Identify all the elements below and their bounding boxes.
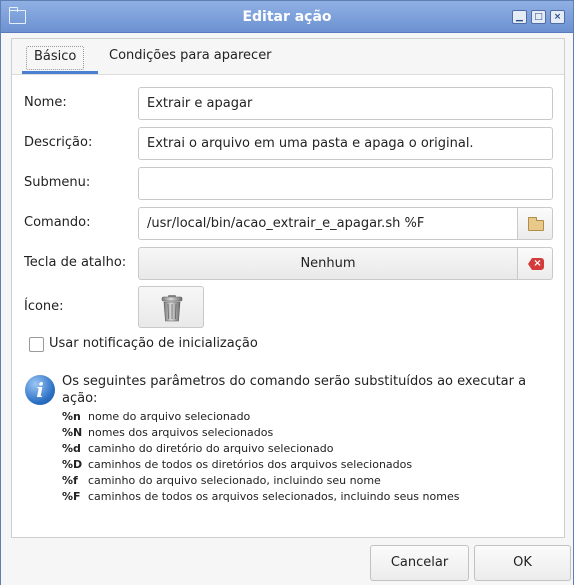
param-row: %F caminhos de todos os arquivos selecion… <box>62 490 459 503</box>
main-panel: Básico Condições para aparecer Nome: Ext… <box>11 38 565 538</box>
maximize-button[interactable]: □ <box>531 10 546 24</box>
name-field[interactable]: Extrair e apagar <box>138 87 553 120</box>
param-code: %D <box>62 458 83 471</box>
param-row: %d caminho do diretório do arquivo seleci… <box>62 442 333 455</box>
cancel-button[interactable]: Cancelar <box>370 545 469 581</box>
dialog-footer: Cancelar OK <box>1 539 573 585</box>
title-bar[interactable]: Editar ação ▁ □ × <box>1 1 573 33</box>
info-icon: i <box>25 375 55 405</box>
dialog-window: Editar ação ▁ □ × Básico Condições para … <box>0 0 574 585</box>
param-code: %f <box>62 474 78 487</box>
minimize-button[interactable]: ▁ <box>512 10 527 24</box>
tab-basico[interactable]: Básico <box>26 46 85 70</box>
param-desc: caminho do diretório do arquivo selecion… <box>88 442 334 455</box>
name-label: Nome: <box>24 95 67 110</box>
shortcut-button[interactable]: Nenhum <box>138 247 518 280</box>
description-field[interactable]: Extrai o arquivo em uma pasta e apaga o … <box>138 127 553 160</box>
startup-notification-checkbox[interactable] <box>29 337 44 352</box>
param-row: %N nomes dos arquivos selecionados <box>62 426 273 439</box>
param-code: %d <box>62 442 81 455</box>
param-row: %D caminhos de todos os diretórios dos ar… <box>62 458 412 471</box>
startup-notification-label[interactable]: Usar notificação de inicialização <box>49 336 258 351</box>
icon-label: Ícone: <box>24 299 64 314</box>
close-button[interactable]: × <box>550 10 565 24</box>
folder-icon <box>528 217 544 231</box>
icon-picker-button[interactable] <box>138 286 204 328</box>
trash-icon <box>161 295 183 322</box>
param-desc: nome do arquivo selecionado <box>88 410 251 423</box>
param-desc: caminho do arquivo selecionado, incluind… <box>88 474 381 487</box>
info-text: Os seguintes parâmetros do comando serão… <box>62 374 527 406</box>
param-code: %N <box>62 426 83 439</box>
tab-bar: Básico Condições para aparecer <box>12 39 564 75</box>
tab-condicoes[interactable]: Condições para aparecer <box>102 46 279 70</box>
clear-shortcut-button[interactable]: × <box>517 247 553 280</box>
browse-command-button[interactable] <box>517 207 553 240</box>
submenu-field[interactable] <box>138 167 553 200</box>
submenu-label: Submenu: <box>24 175 91 190</box>
clear-icon: × <box>528 258 544 270</box>
param-desc: nomes dos arquivos selecionados <box>88 426 274 439</box>
shortcut-label: Tecla de atalho: <box>24 255 127 270</box>
param-row: %n nome do arquivo selecionado <box>62 410 250 423</box>
description-label: Descrição: <box>24 135 93 150</box>
param-row: %f caminho do arquivo selecionado, inclui… <box>62 474 381 487</box>
command-field[interactable]: /usr/local/bin/acao_extrair_e_apagar.sh … <box>138 207 518 240</box>
window-title: Editar ação <box>242 9 332 25</box>
param-code: %F <box>62 490 81 503</box>
param-desc: caminhos de todos os arquivos selecionad… <box>88 490 460 503</box>
param-code: %n <box>62 410 81 423</box>
active-tab-indicator <box>22 71 98 74</box>
param-desc: caminhos de todos os diretórios dos arqu… <box>88 458 413 471</box>
ok-button[interactable]: OK <box>474 545 571 581</box>
command-label: Comando: <box>24 215 91 230</box>
